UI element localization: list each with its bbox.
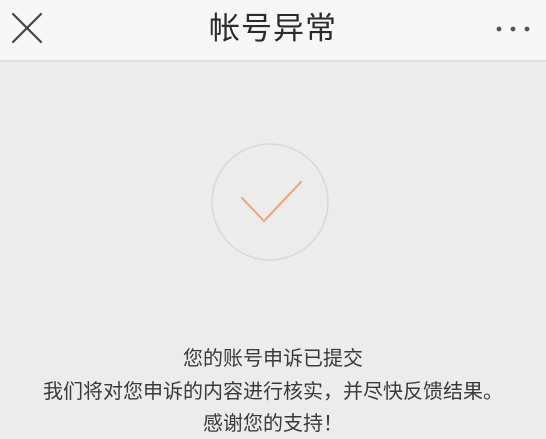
page-title: 帐号异常 (209, 11, 337, 47)
submitted-message: 您的账号申诉已提交 (183, 346, 363, 370)
review-message: 我们将对您申诉的内容进行核实，并尽快反馈结果。 (43, 379, 503, 403)
more-horizontal-icon (496, 26, 530, 32)
thanks-message: 感谢您的支持！ (203, 411, 343, 435)
top-bar: 帐号异常 (0, 0, 546, 61)
more-button[interactable] (490, 14, 536, 44)
success-status-icon (210, 142, 330, 262)
checkmark-icon (211, 143, 329, 261)
